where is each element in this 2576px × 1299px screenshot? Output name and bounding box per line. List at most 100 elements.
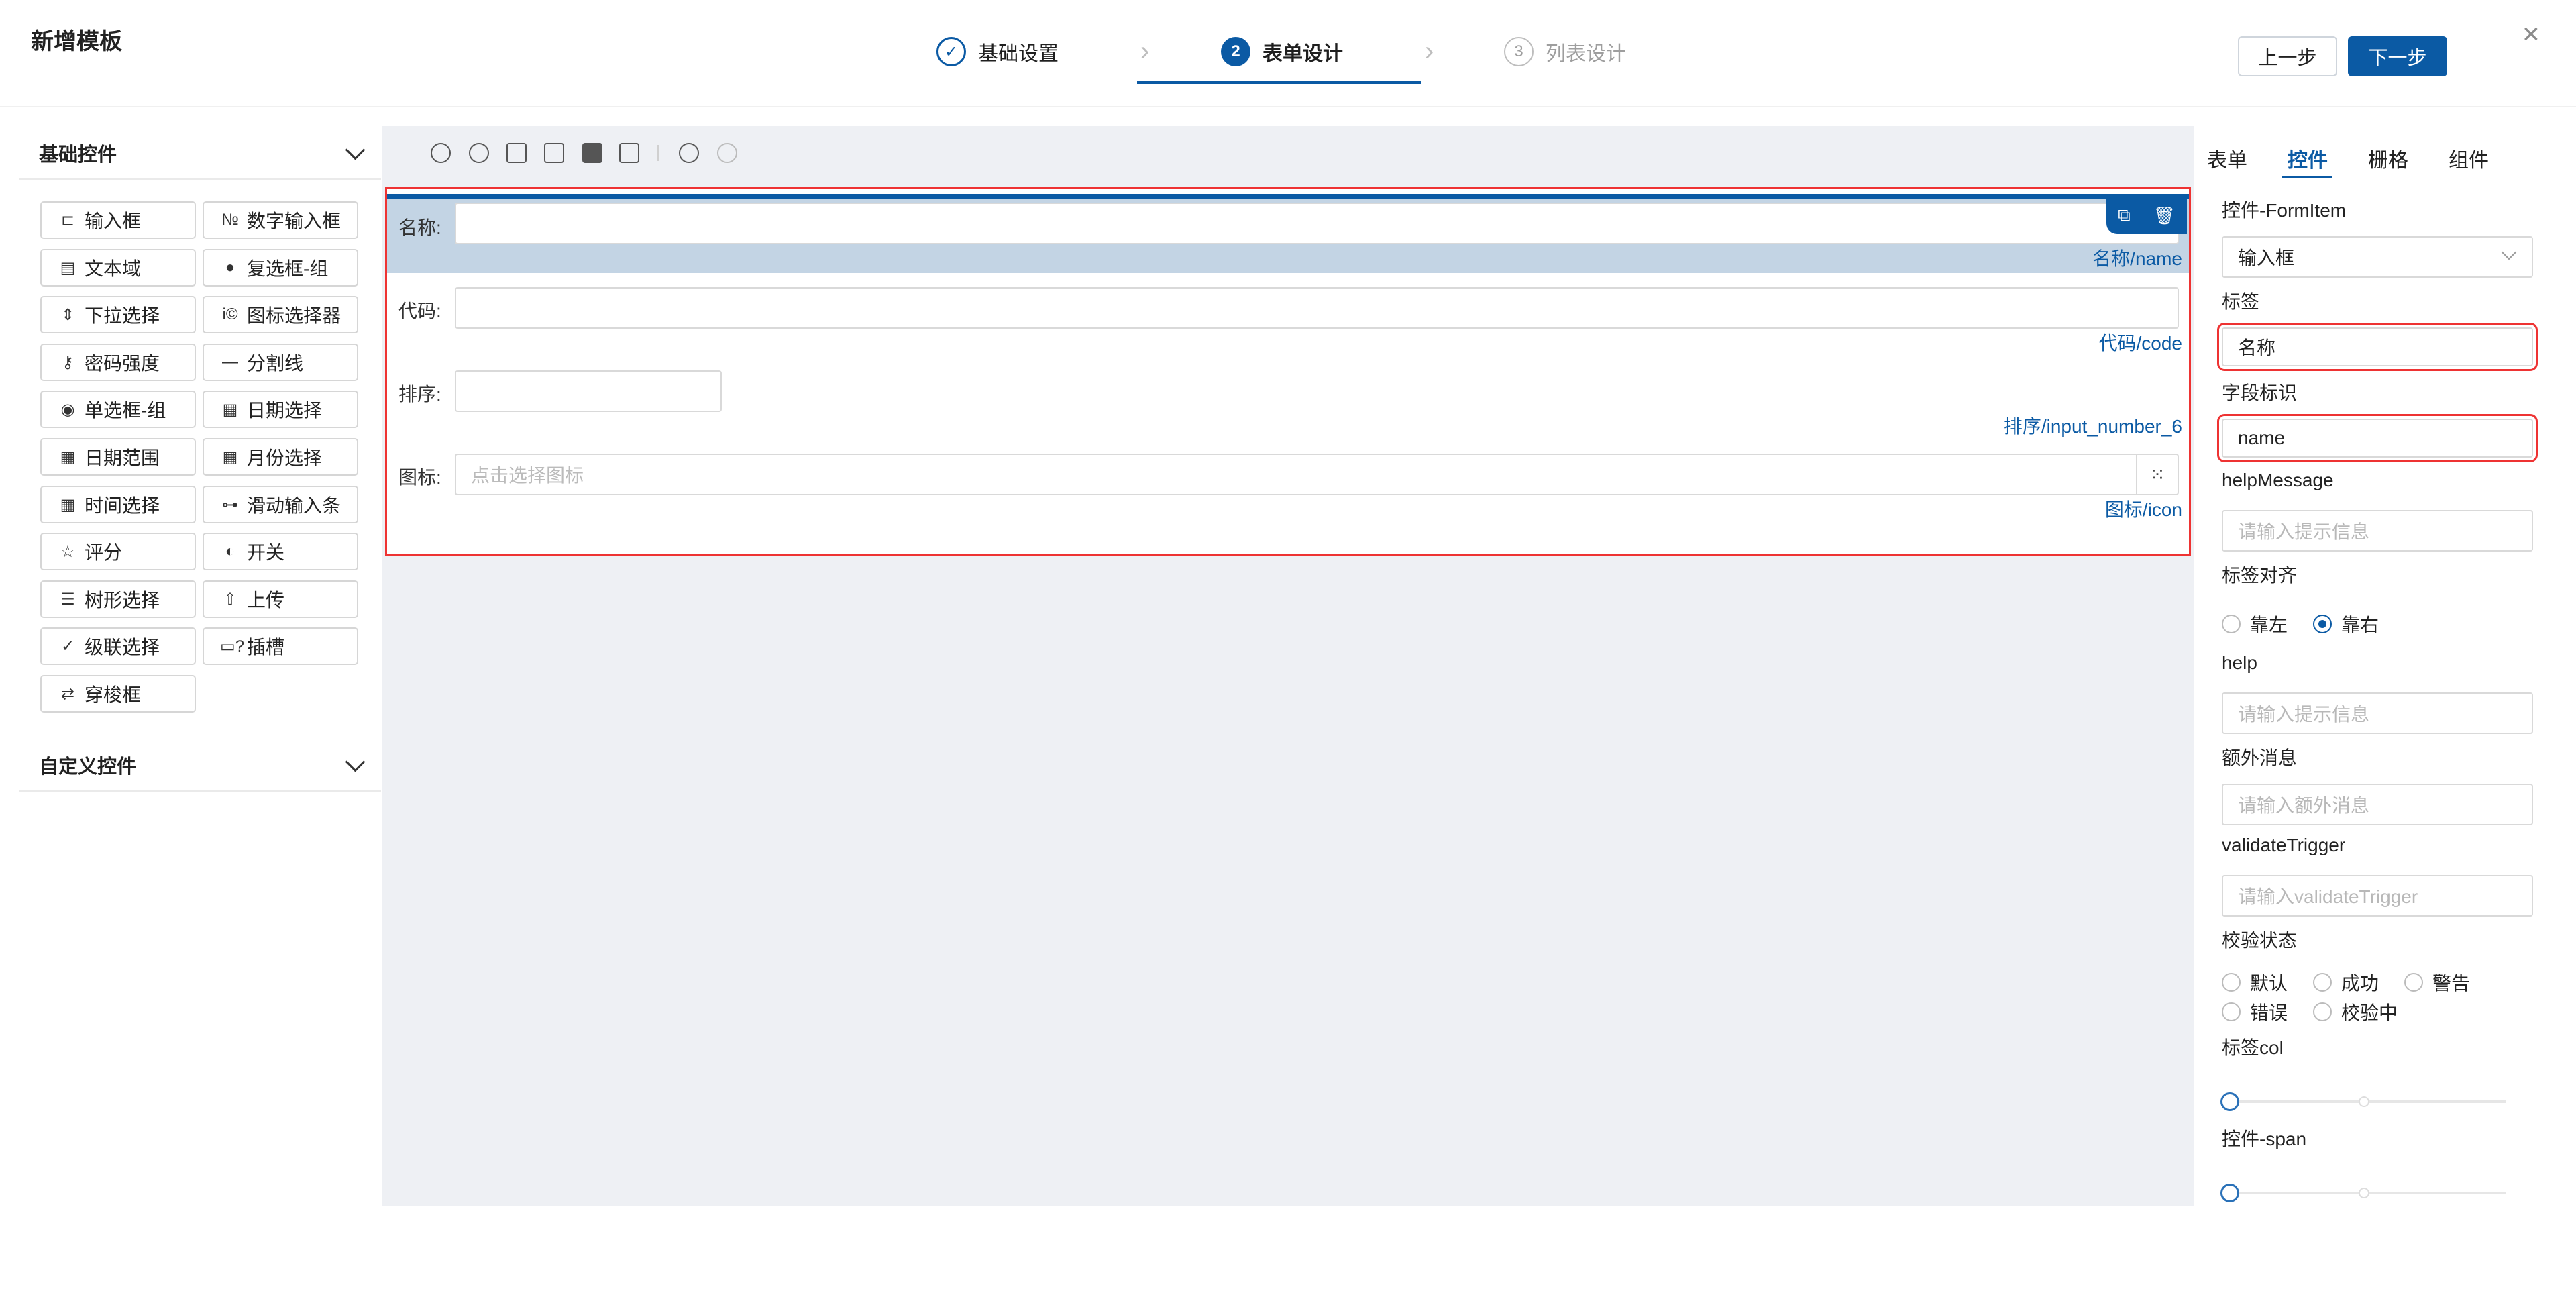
radio-label: 校验中 bbox=[2341, 1002, 2398, 1023]
control-type-select[interactable]: 输入框 bbox=[2222, 236, 2533, 278]
radio-status-warning[interactable]: 警告 bbox=[2404, 969, 2470, 996]
clear-icon[interactable] bbox=[619, 143, 639, 163]
divider-icon: — bbox=[222, 353, 238, 371]
control-upload-button[interactable]: ⇧ 上传 bbox=[203, 580, 358, 618]
control-month-picker-button[interactable]: ▦ 月份选择 bbox=[203, 438, 358, 476]
control-icon-picker-button[interactable]: i© 图标选择器 bbox=[203, 296, 358, 333]
control-date-picker-button[interactable]: ▦ 日期选择 bbox=[203, 391, 358, 428]
radio-status-success[interactable]: 成功 bbox=[2313, 969, 2379, 996]
icon-picker-placeholder: 点击选择图标 bbox=[471, 465, 584, 486]
radio-align-left[interactable]: 靠左 bbox=[2222, 611, 2288, 637]
close-icon[interactable]: × bbox=[2522, 17, 2540, 51]
select-icon: ⇕ bbox=[60, 305, 75, 324]
validate-trigger-input[interactable]: 请输入validateTrigger bbox=[2222, 875, 2533, 917]
selected-field-bar bbox=[387, 194, 2189, 199]
control-slider-button[interactable]: ⊶ 滑动输入条 bbox=[203, 486, 358, 523]
radio-status-error[interactable]: 错误 bbox=[2222, 998, 2288, 1025]
label-input[interactable]: 名称 bbox=[2217, 323, 2538, 371]
field-label-sort: 排序: bbox=[398, 384, 441, 405]
code-icon[interactable] bbox=[582, 143, 602, 163]
step-label: 基础设置 bbox=[978, 43, 1059, 65]
chevron-down-icon bbox=[345, 751, 366, 772]
next-step-button[interactable]: 下一步 bbox=[2348, 36, 2447, 76]
radio-dot bbox=[2313, 1002, 2332, 1021]
grid-icon[interactable]: ⁙ bbox=[2136, 454, 2178, 495]
preview-icon[interactable] bbox=[431, 143, 451, 163]
radio-label: 成功 bbox=[2341, 973, 2379, 994]
control-textarea-button[interactable]: ▤ 文本域 bbox=[40, 249, 196, 287]
control-date-range-button[interactable]: ▦ 日期范围 bbox=[40, 438, 196, 476]
radio-dot bbox=[2222, 1002, 2241, 1021]
radio-dot bbox=[2222, 615, 2241, 633]
copy-icon[interactable]: ⧉ bbox=[2118, 205, 2131, 226]
radio-align-right[interactable]: 靠右 bbox=[2313, 611, 2379, 637]
control-select-button[interactable]: ⇕ 下拉选择 bbox=[40, 296, 196, 333]
step-basic-settings[interactable]: ✓ 基础设置 bbox=[936, 35, 1059, 68]
radio-status-validating[interactable]: 校验中 bbox=[2313, 998, 2398, 1025]
control-slot-button[interactable]: ▭? 插槽 bbox=[203, 627, 358, 665]
control-cascader-button[interactable]: ✓ 级联选择 bbox=[40, 627, 196, 665]
export-icon[interactable] bbox=[544, 143, 564, 163]
steps-bar: ✓ 基础设置 › 2 表单设计 › 3 列表设计 bbox=[0, 0, 2576, 107]
undo-icon[interactable] bbox=[679, 143, 699, 163]
toolbar-divider bbox=[657, 145, 659, 161]
field-id-input[interactable]: name bbox=[2217, 414, 2538, 462]
icon-picker-input[interactable]: 点击选择图标 bbox=[455, 454, 2179, 495]
control-checkbox-group-button[interactable]: ● 复选框-组 bbox=[203, 249, 358, 287]
radio-dot bbox=[2313, 973, 2332, 992]
help-message-input[interactable]: 请输入提示信息 bbox=[2222, 510, 2533, 552]
control-rate-button[interactable]: ☆ 评分 bbox=[40, 533, 196, 570]
active-tab-underline bbox=[2282, 176, 2332, 178]
control-number-input-button[interactable]: № 数字输入框 bbox=[203, 201, 358, 239]
control-password-strength-button[interactable]: ⚷ 密码强度 bbox=[40, 344, 196, 381]
control-transfer-button[interactable]: ⇄ 穿梭框 bbox=[40, 675, 196, 713]
tab-component[interactable]: 组件 bbox=[2449, 144, 2489, 173]
radio-status-default[interactable]: 默认 bbox=[2222, 969, 2288, 996]
slider-icon: ⊶ bbox=[222, 495, 238, 514]
time-picker-icon: ▦ bbox=[60, 495, 76, 514]
sort-number-input[interactable] bbox=[455, 370, 722, 412]
label-col-title: 标签col bbox=[2222, 1037, 2284, 1058]
control-formitem-label: 控件-FormItem bbox=[2222, 200, 2347, 221]
custom-controls-header[interactable]: 自定义控件 bbox=[19, 739, 381, 792]
tab-form[interactable]: 表单 bbox=[2207, 144, 2247, 173]
control-label: 滑动输入条 bbox=[247, 495, 341, 516]
preview-alt-icon[interactable] bbox=[469, 143, 489, 163]
control-input-button[interactable]: ⊏ 输入框 bbox=[40, 201, 196, 239]
field-key-code: 代码/code bbox=[2098, 333, 2183, 354]
help-input[interactable]: 请输入提示信息 bbox=[2222, 692, 2533, 734]
prev-step-button[interactable]: 上一步 bbox=[2238, 36, 2337, 76]
section-title: 基础控件 bbox=[39, 144, 117, 166]
label-col-slider[interactable] bbox=[2220, 1092, 2506, 1111]
step-list-design[interactable]: 3 列表设计 bbox=[1504, 35, 1626, 68]
import-icon[interactable] bbox=[506, 143, 527, 163]
radio-label: 警告 bbox=[2432, 973, 2471, 994]
redo-icon[interactable] bbox=[717, 143, 737, 163]
input-icon: ⊏ bbox=[60, 211, 75, 229]
chevron-right-icon: › bbox=[1425, 36, 1434, 66]
code-input[interactable] bbox=[455, 287, 2179, 329]
control-label: 穿梭框 bbox=[85, 684, 142, 705]
control-tree-select-button[interactable]: ☰ 树形选择 bbox=[40, 580, 196, 618]
extra-message-input[interactable]: 请输入额外消息 bbox=[2222, 784, 2533, 825]
control-label: 时间选择 bbox=[85, 495, 160, 516]
chevron-down-icon bbox=[345, 140, 366, 160]
control-time-picker-button[interactable]: ▦ 时间选择 bbox=[40, 486, 196, 523]
slider-handle[interactable] bbox=[2220, 1092, 2239, 1111]
control-divider-button[interactable]: — 分割线 bbox=[203, 344, 358, 381]
chevron-down-icon bbox=[2501, 244, 2517, 260]
slider-handle[interactable] bbox=[2220, 1184, 2239, 1202]
tab-control[interactable]: 控件 bbox=[2288, 144, 2328, 173]
delete-icon[interactable]: 🗑 bbox=[2153, 205, 2176, 226]
control-switch-button[interactable]: ◐ 开关 bbox=[203, 533, 358, 570]
basic-controls-header[interactable]: 基础控件 bbox=[19, 127, 381, 180]
field-key-sort: 排序/input_number_6 bbox=[2003, 416, 2182, 437]
step-form-design[interactable]: 2 表单设计 bbox=[1221, 35, 1343, 68]
header-divider bbox=[0, 106, 2576, 107]
control-radio-group-button[interactable]: ◉ 单选框-组 bbox=[40, 391, 196, 428]
label-title: 标签 bbox=[2222, 291, 2260, 312]
name-input[interactable] bbox=[455, 203, 2179, 244]
tab-grid[interactable]: 栅格 bbox=[2368, 144, 2408, 173]
month-picker-icon: ▦ bbox=[222, 448, 238, 466]
control-span-slider[interactable] bbox=[2220, 1184, 2506, 1202]
